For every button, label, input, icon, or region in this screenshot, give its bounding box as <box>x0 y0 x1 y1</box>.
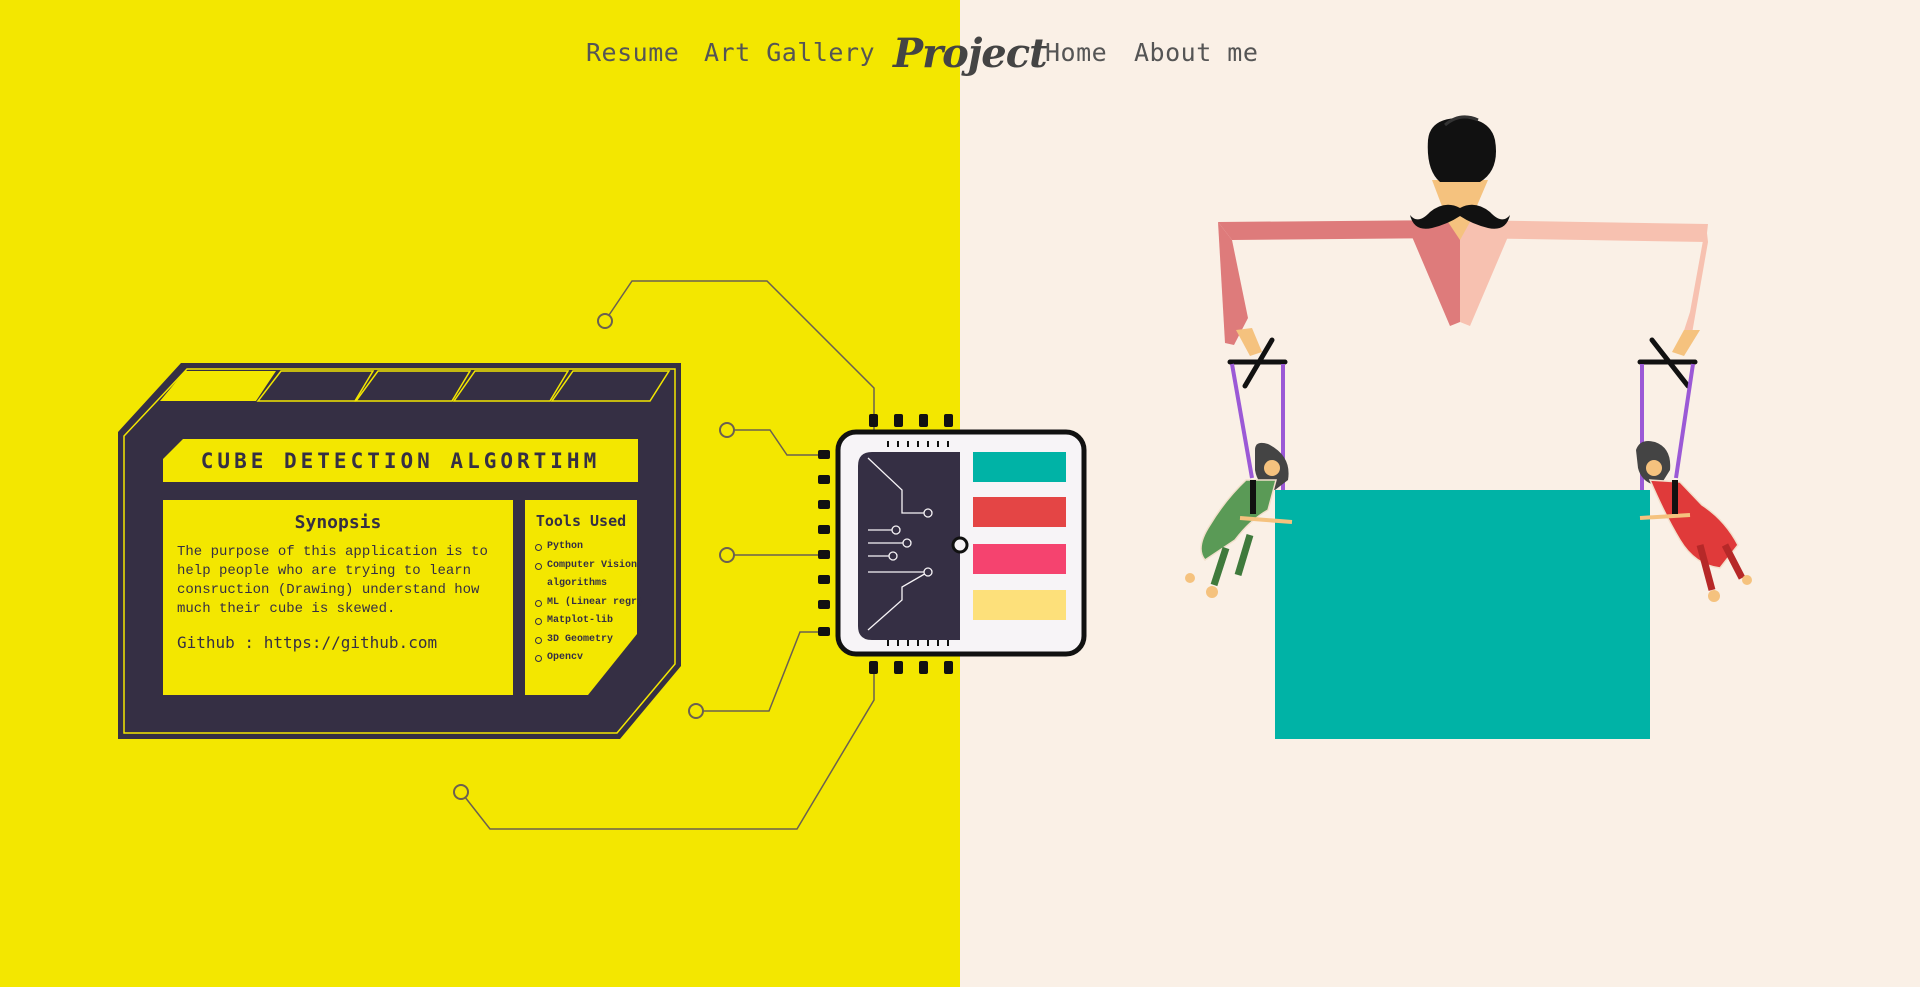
red-marionette <box>1636 441 1752 602</box>
marionette-controls <box>1227 337 1698 389</box>
puppeteer-illustration <box>1185 115 1752 739</box>
marionette-strings <box>1230 363 1695 490</box>
puppeteer-arms <box>1218 220 1708 356</box>
puppeteer-head <box>1410 115 1510 240</box>
teal-stage-box <box>1275 490 1650 739</box>
